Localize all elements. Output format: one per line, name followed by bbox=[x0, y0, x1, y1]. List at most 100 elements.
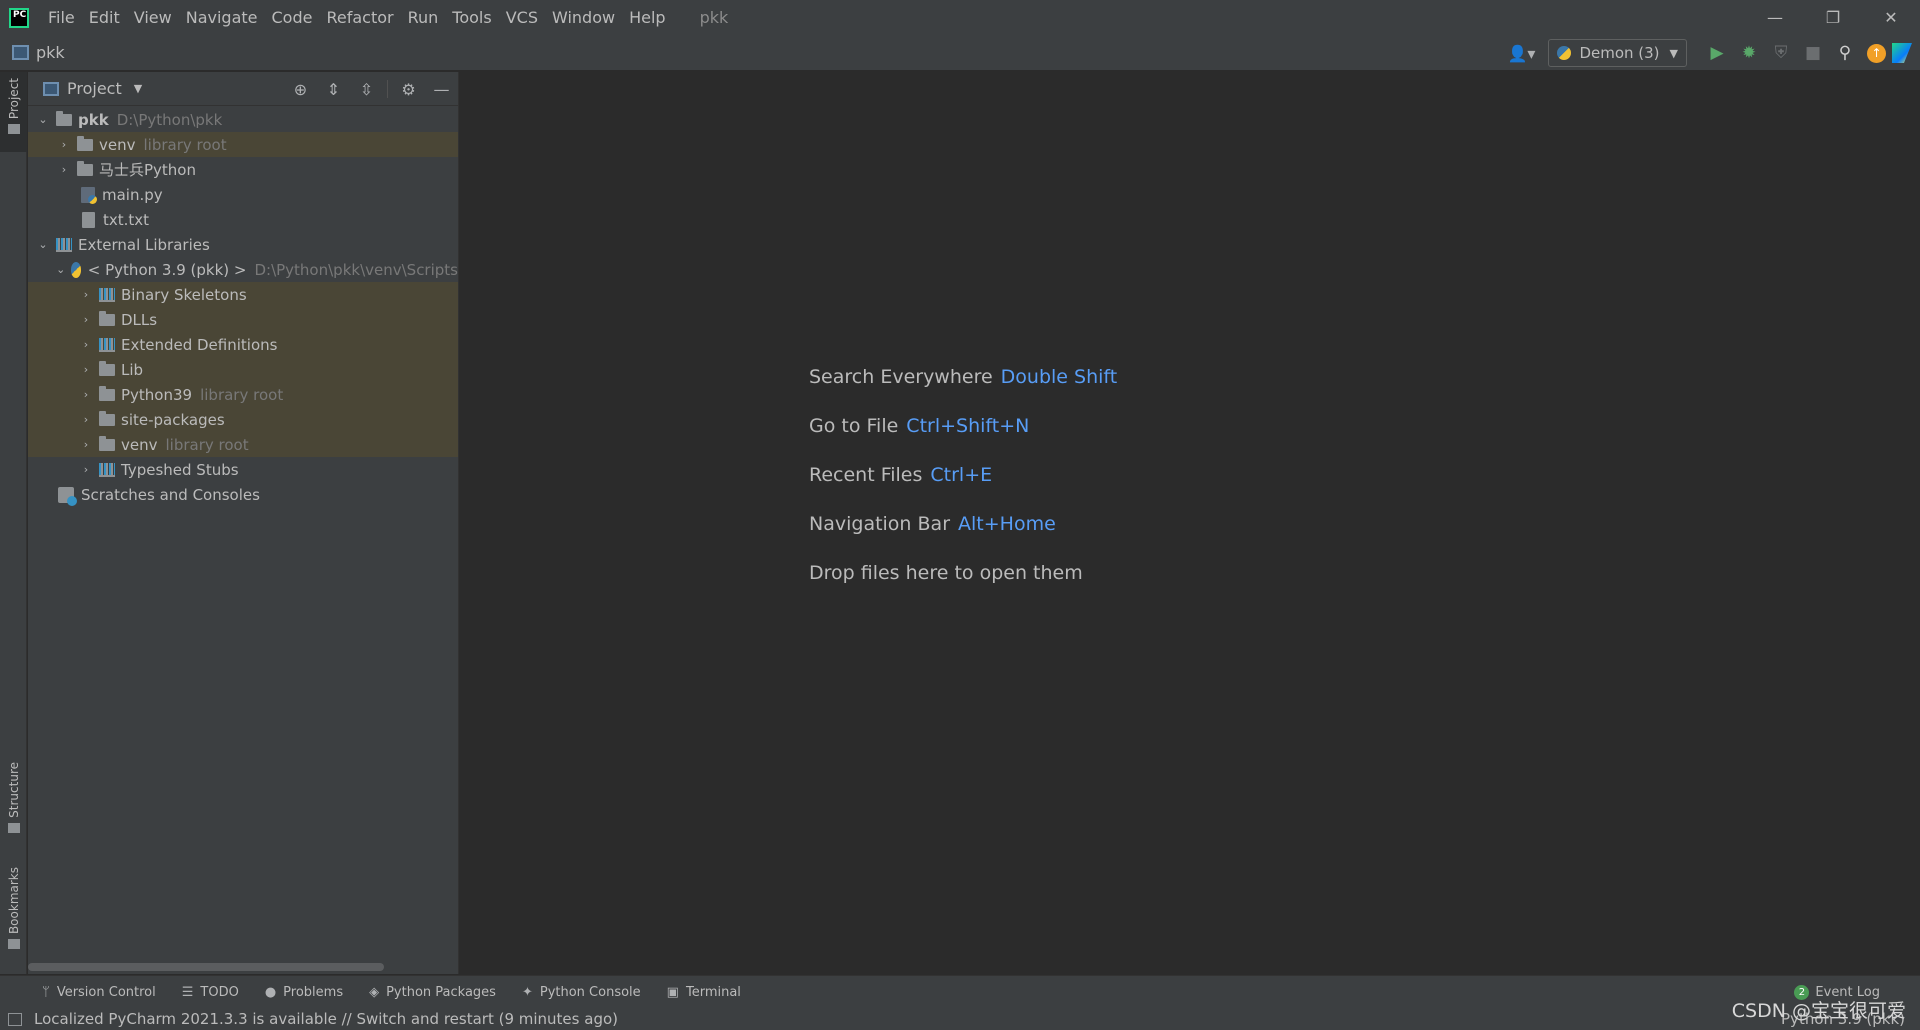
chevron-right-icon[interactable]: › bbox=[77, 313, 95, 326]
tab-todo[interactable]: ☰ TODO bbox=[182, 985, 251, 1000]
menu-help[interactable]: Help bbox=[622, 0, 672, 35]
run-configuration-dropdown[interactable]: Demon (3) ▼ bbox=[1548, 39, 1687, 67]
menu-view[interactable]: View bbox=[127, 0, 179, 35]
chevron-right-icon[interactable]: › bbox=[77, 413, 95, 426]
menu-run[interactable]: Run bbox=[401, 0, 446, 35]
tree-item-python-sdk[interactable]: ⌄ < Python 3.9 (pkk) > D:\Python\pkk\ven… bbox=[28, 257, 458, 282]
menu-navigate[interactable]: Navigate bbox=[179, 0, 265, 35]
tab-label: Problems bbox=[283, 984, 344, 1000]
watermark: CSDN @宝宝很可爱 bbox=[1731, 1000, 1906, 1022]
hint-navigation-bar: Navigation Bar Alt+Home bbox=[809, 511, 1117, 560]
jetbrains-icon[interactable] bbox=[1892, 43, 1912, 63]
structure-icon bbox=[7, 822, 20, 833]
chevron-down-icon[interactable]: ▼ bbox=[134, 82, 142, 95]
tab-python-console[interactable]: ✦ Python Console bbox=[522, 985, 653, 1000]
chevron-down-icon[interactable]: ⌄ bbox=[55, 263, 67, 276]
tree-item-label: Binary Skeletons bbox=[121, 285, 247, 304]
chevron-right-icon[interactable]: › bbox=[77, 463, 95, 476]
tree-item-python39[interactable]: › Python39 library root bbox=[28, 382, 458, 407]
folder-icon bbox=[99, 410, 115, 426]
tree-item-venv[interactable]: › venv library root bbox=[28, 132, 458, 157]
hint-shortcut: Ctrl+Shift+N bbox=[906, 415, 1030, 437]
chevron-right-icon[interactable]: › bbox=[55, 163, 73, 176]
restore-button[interactable]: ❐ bbox=[1804, 0, 1862, 35]
tree-item-scratches-and-consoles[interactable]: Scratches and Consoles bbox=[28, 482, 458, 507]
project-tree: ⌄ pkk D:\Python\pkk › venv library root … bbox=[28, 106, 458, 507]
project-tool-button[interactable]: Project bbox=[0, 72, 27, 152]
close-button[interactable]: ✕ bbox=[1862, 0, 1920, 35]
tree-item-dlls[interactable]: › DLLs bbox=[28, 307, 458, 332]
tab-python-packages[interactable]: ◈ Python Packages bbox=[369, 985, 508, 1000]
project-view-icon bbox=[43, 81, 59, 96]
locate-icon[interactable]: ⊕ bbox=[284, 72, 317, 106]
bookmarks-tool-button[interactable]: Bookmarks bbox=[0, 867, 27, 967]
tab-terminal[interactable]: ▣ Terminal bbox=[667, 985, 753, 1000]
folder-icon bbox=[99, 360, 115, 376]
chevron-right-icon[interactable]: › bbox=[77, 388, 95, 401]
menu-vcs[interactable]: VCS bbox=[499, 0, 545, 35]
menu-refactor[interactable]: Refactor bbox=[319, 0, 400, 35]
horizontal-scrollbar[interactable] bbox=[28, 963, 384, 971]
tree-item-typeshed-stubs[interactable]: › Typeshed Stubs bbox=[28, 457, 458, 482]
chevron-right-icon[interactable]: › bbox=[77, 438, 95, 451]
debug-icon[interactable]: ✹ bbox=[1733, 37, 1765, 69]
hint-go-to-file: Go to File Ctrl+Shift+N bbox=[809, 413, 1117, 462]
bookmarks-tool-label: Bookmarks bbox=[6, 867, 21, 935]
tree-item-main-py[interactable]: main.py bbox=[28, 182, 458, 207]
window-title: pkk bbox=[699, 8, 729, 27]
tree-item-site-packages[interactable]: › site-packages bbox=[28, 407, 458, 432]
python-icon: ✦ bbox=[521, 984, 533, 1000]
project-view-selector[interactable]: Project bbox=[67, 79, 122, 98]
expand-all-icon[interactable]: ⇕ bbox=[317, 72, 350, 106]
hint-label: Recent Files bbox=[809, 464, 923, 486]
menu-tools[interactable]: Tools bbox=[445, 0, 498, 35]
tree-item-label: DLLs bbox=[121, 310, 158, 329]
chevron-right-icon[interactable]: › bbox=[55, 138, 73, 151]
tree-item-binary-skeletons[interactable]: › Binary Skeletons bbox=[28, 282, 458, 307]
tree-item-lib[interactable]: › Lib bbox=[28, 357, 458, 382]
hide-icon[interactable]: — bbox=[425, 72, 458, 106]
chevron-down-icon[interactable]: ⌄ bbox=[34, 238, 52, 251]
editor-area[interactable]: Search Everywhere Double Shift Go to File… bbox=[460, 72, 1920, 974]
tree-item-txt-txt[interactable]: txt.txt bbox=[28, 207, 458, 232]
tree-item-mashibing-python[interactable]: › 马士兵Python bbox=[28, 157, 458, 182]
folder-icon bbox=[7, 124, 20, 135]
chevron-right-icon[interactable]: › bbox=[77, 363, 95, 376]
collapse-all-icon[interactable]: ⇳ bbox=[350, 72, 383, 106]
tree-item-venv-lib[interactable]: › venv library root bbox=[28, 432, 458, 457]
hint-search-everywhere: Search Everywhere Double Shift bbox=[809, 364, 1117, 413]
library-icon bbox=[99, 337, 115, 352]
menu-window[interactable]: Window bbox=[545, 0, 622, 35]
chevron-down-icon[interactable]: ⌄ bbox=[34, 113, 52, 126]
tool-windows-icon[interactable] bbox=[8, 1012, 22, 1026]
tab-label: Version Control bbox=[56, 984, 156, 1000]
structure-tool-button[interactable]: Structure bbox=[0, 762, 27, 842]
minimize-button[interactable]: — bbox=[1746, 0, 1804, 35]
run-icon[interactable]: ▶ bbox=[1701, 37, 1733, 69]
tree-item-external-libraries[interactable]: ⌄ External Libraries bbox=[28, 232, 458, 257]
main-menu: File Edit View Navigate Code Refactor Ru… bbox=[41, 0, 673, 35]
search-icon[interactable]: ⚲ bbox=[1829, 37, 1861, 69]
menu-code[interactable]: Code bbox=[265, 0, 320, 35]
status-message[interactable]: Localized PyCharm 2021.3.3 is available … bbox=[34, 1010, 618, 1028]
coverage-icon[interactable]: ⛨ bbox=[1765, 37, 1797, 69]
tab-problems[interactable]: ● Problems bbox=[265, 985, 355, 1000]
chevron-right-icon[interactable]: › bbox=[77, 288, 95, 301]
tree-item-label: External Libraries bbox=[78, 235, 210, 254]
menu-file[interactable]: File bbox=[41, 0, 82, 35]
breadcrumb-project[interactable]: pkk bbox=[36, 43, 65, 62]
python-icon bbox=[1557, 46, 1572, 60]
tree-item-pkk[interactable]: ⌄ pkk D:\Python\pkk bbox=[28, 107, 458, 132]
tree-item-label: Lib bbox=[121, 360, 144, 379]
chevron-right-icon[interactable]: › bbox=[77, 338, 95, 351]
tree-item-label: Typeshed Stubs bbox=[121, 460, 239, 479]
toolbar: 👤▾ Demon (3) ▼ ▶ ✹ ⛨ ■ ⚲ ↑ bbox=[1504, 35, 1920, 71]
tab-version-control[interactable]: ᛘ Version Control bbox=[42, 985, 168, 1000]
folder-icon bbox=[99, 310, 115, 326]
stop-icon[interactable]: ■ bbox=[1797, 37, 1829, 69]
gear-icon[interactable]: ⚙ bbox=[392, 72, 425, 106]
update-icon[interactable]: ↑ bbox=[1867, 43, 1886, 63]
tree-item-extended-definitions[interactable]: › Extended Definitions bbox=[28, 332, 458, 357]
user-icon[interactable]: 👤▾ bbox=[1504, 41, 1538, 65]
menu-edit[interactable]: Edit bbox=[82, 0, 127, 35]
